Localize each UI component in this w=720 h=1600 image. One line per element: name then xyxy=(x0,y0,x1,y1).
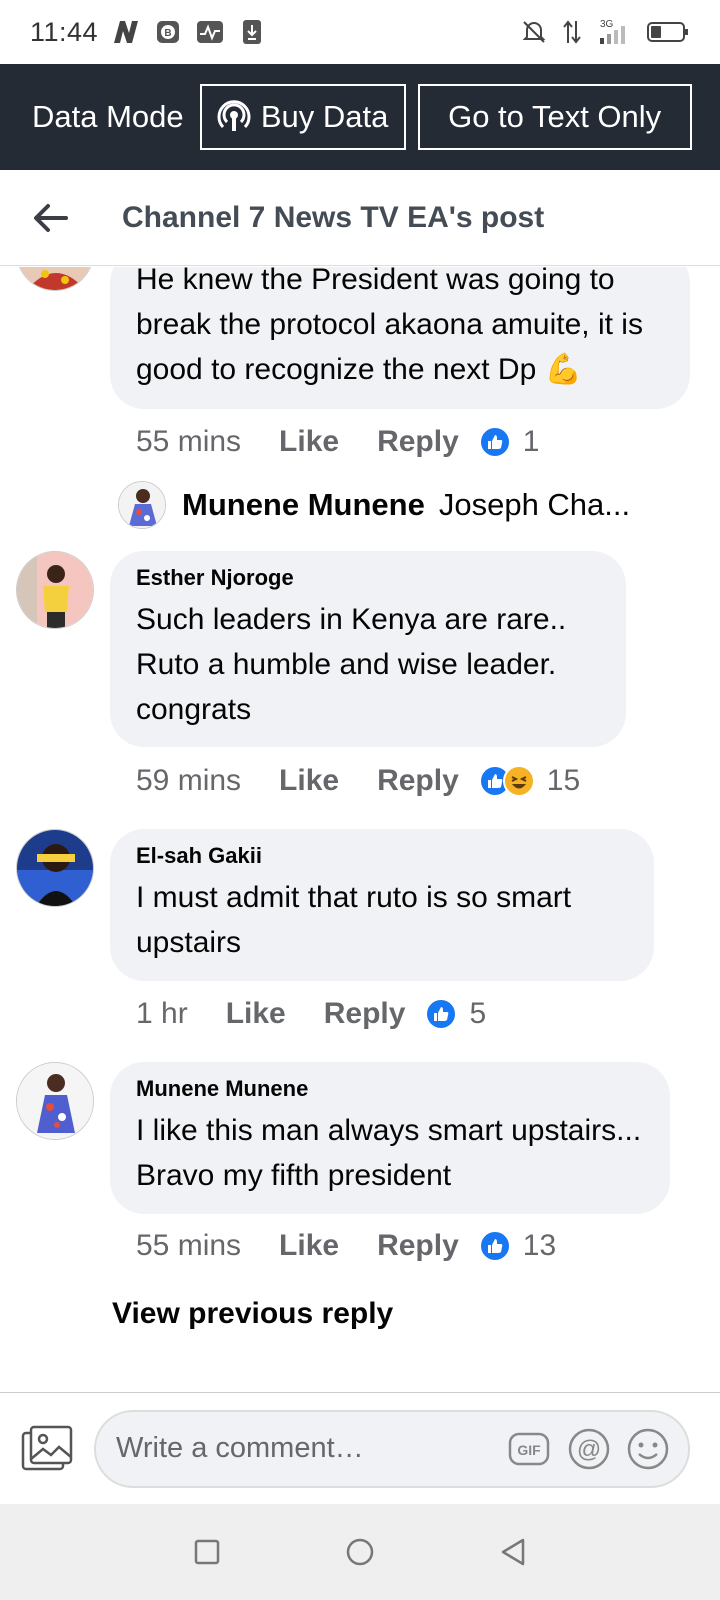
status-bar: 11:44 B 3G xyxy=(0,0,720,64)
like-button[interactable]: Like xyxy=(279,764,339,798)
gif-button[interactable]: GIF xyxy=(505,1424,553,1474)
data-transfer-icon xyxy=(558,18,586,46)
comment-text: He knew the President was going to break… xyxy=(136,267,643,386)
photo-icon xyxy=(21,1425,73,1473)
buy-data-label: Buy Data xyxy=(260,99,389,134)
at-sign-icon: @ xyxy=(567,1427,611,1471)
n-app-icon xyxy=(112,18,140,46)
reaction-count: 5 xyxy=(469,997,487,1030)
back-arrow-icon xyxy=(32,203,68,233)
comment-time: 1 hr xyxy=(136,997,188,1030)
gif-label: GIF xyxy=(517,1442,541,1458)
avatar[interactable] xyxy=(16,551,94,629)
emoji-button[interactable] xyxy=(624,1424,672,1474)
reaction-count: 15 xyxy=(546,764,581,797)
reaction-count: 13 xyxy=(522,1229,557,1262)
data-mode-label: Data Mode xyxy=(32,99,184,134)
avatar[interactable] xyxy=(16,267,94,291)
home-button[interactable] xyxy=(330,1522,390,1582)
status-right-icons: 3G xyxy=(520,18,690,46)
buy-data-button[interactable]: Buy Data xyxy=(199,84,406,150)
like-reaction-icon xyxy=(425,998,458,1030)
like-button[interactable]: Like xyxy=(279,1229,339,1263)
comment-author[interactable]: El-sah Gakii xyxy=(136,843,630,869)
comment-actions: 1 hr Like Reply 5 xyxy=(136,997,486,1031)
like-button[interactable]: Like xyxy=(226,997,286,1031)
reply-button[interactable]: Reply xyxy=(377,764,459,798)
avatar[interactable] xyxy=(16,1062,94,1140)
reply-preview[interactable]: Munene Munene Joseph Cha... xyxy=(118,481,630,529)
page-title: Channel 7 News TV EA's post xyxy=(122,200,545,234)
notifications-off-icon xyxy=(520,18,548,46)
comment-time: 59 mins xyxy=(136,764,242,797)
haha-reaction-icon xyxy=(502,765,535,797)
broadcast-icon xyxy=(217,100,251,134)
battery-icon xyxy=(646,18,690,46)
comment-bubble: El-sah Gakii I must admit that ruto is s… xyxy=(110,829,654,981)
back-button[interactable] xyxy=(0,170,100,266)
svg-text:B: B xyxy=(164,28,171,39)
comment-text: Such leaders in Kenya are rare.. Ruto a … xyxy=(136,603,567,726)
like-reaction-icon xyxy=(478,1230,511,1262)
avatar[interactable] xyxy=(16,829,94,907)
b-app-icon: B xyxy=(154,18,182,46)
comment-bubble: He knew the President was going to break… xyxy=(110,267,690,409)
comment-author[interactable]: Munene Munene xyxy=(136,1076,646,1102)
photo-button[interactable] xyxy=(0,1425,94,1473)
comment-actions: 59 mins Like Reply 15 xyxy=(136,764,580,798)
comment-input[interactable] xyxy=(116,1432,493,1465)
triangle-back-icon xyxy=(499,1537,527,1567)
data-mode-bar: Data Mode Buy Data Go to Text Only xyxy=(0,64,720,170)
post-header: Channel 7 News TV EA's post xyxy=(0,170,720,266)
activity-app-icon xyxy=(196,18,224,46)
mention-button[interactable]: @ xyxy=(565,1424,613,1474)
comments-list: He knew the President was going to break… xyxy=(0,267,720,1392)
comment-text: I like this man always smart upstairs...… xyxy=(136,1114,642,1192)
status-left-icons: B xyxy=(112,18,266,46)
avatar xyxy=(118,481,166,529)
reaction-count: 1 xyxy=(522,425,540,458)
network-type-label: 3G xyxy=(600,19,614,30)
svg-text:@: @ xyxy=(576,1436,600,1463)
circle-icon xyxy=(345,1537,375,1567)
comment-bubble: Esther Njoroge Such leaders in Kenya are… xyxy=(110,551,626,747)
reply-author: Munene Munene xyxy=(182,487,425,522)
text-only-label: Go to Text Only xyxy=(448,99,662,134)
reply-snippet: Joseph Cha... xyxy=(438,487,631,522)
square-icon xyxy=(194,1539,220,1565)
reply-button[interactable]: Reply xyxy=(377,1229,459,1263)
back-nav-button[interactable] xyxy=(483,1522,543,1582)
comment-composer: GIF @ xyxy=(0,1392,720,1504)
download-app-icon xyxy=(238,18,266,46)
like-button[interactable]: Like xyxy=(279,425,339,459)
view-previous-reply-link[interactable]: View previous reply xyxy=(112,1297,393,1331)
reply-button[interactable]: Reply xyxy=(377,425,459,459)
smiley-icon xyxy=(626,1427,670,1471)
status-time: 11:44 xyxy=(30,16,99,47)
comment-author[interactable]: Esther Njoroge xyxy=(136,565,602,591)
system-nav-bar xyxy=(0,1504,720,1600)
comment-time: 55 mins xyxy=(136,425,242,458)
signal-3g-icon: 3G xyxy=(596,18,636,46)
comment-time: 55 mins xyxy=(136,1229,242,1262)
comment-text: I must admit that ruto is so smart upsta… xyxy=(136,881,572,959)
text-only-button[interactable]: Go to Text Only xyxy=(417,84,692,150)
like-reaction-icon xyxy=(478,426,511,458)
comment-actions: 55 mins Like Reply 13 xyxy=(136,1229,556,1263)
comment-bubble: Munene Munene I like this man always sma… xyxy=(110,1062,670,1214)
comment-box: GIF @ xyxy=(94,1409,690,1488)
comment-actions: 55 mins Like Reply 1 xyxy=(136,425,539,459)
reply-button[interactable]: Reply xyxy=(324,997,406,1031)
recents-button[interactable] xyxy=(177,1522,237,1582)
